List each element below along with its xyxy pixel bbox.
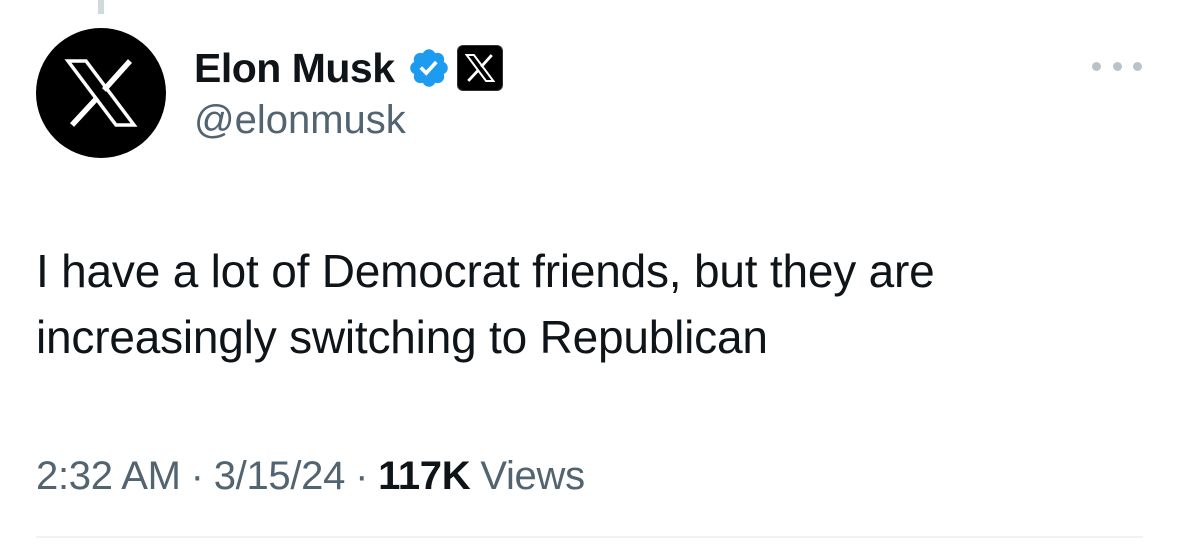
- more-options-icon[interactable]: [1092, 56, 1142, 76]
- views-count[interactable]: 117K: [378, 454, 471, 499]
- tweet-time[interactable]: 2:32 AM: [36, 454, 181, 499]
- tweet-text-line: increasingly switching to Republican: [36, 311, 768, 363]
- thread-connector-line: [98, 0, 104, 14]
- dot: [1112, 61, 1122, 71]
- meta-separator: ·: [190, 453, 204, 498]
- tweet-text-line: I have a lot of Democrat friends, but th…: [36, 245, 935, 297]
- tweet-meta: 2:32 AM · 3/15/24 · 117K Views: [36, 450, 585, 502]
- x-logo-icon: [464, 54, 495, 82]
- dot: [1092, 61, 1101, 71]
- author-handle[interactable]: @elonmusk: [194, 98, 406, 143]
- dot: [1133, 61, 1142, 71]
- x-logo-icon: [64, 59, 138, 127]
- meta-separator: ·: [355, 453, 369, 498]
- divider: [36, 536, 1143, 538]
- views-label[interactable]: Views: [480, 454, 585, 499]
- tweet-text: I have a lot of Democrat friends, but th…: [36, 238, 1146, 370]
- author-name-row: Elon Musk: [194, 40, 503, 96]
- verified-badge-icon[interactable]: [407, 46, 451, 90]
- author-display-name[interactable]: Elon Musk: [194, 45, 395, 92]
- avatar[interactable]: [36, 28, 166, 158]
- x-affiliation-badge[interactable]: [456, 45, 503, 91]
- tweet-date[interactable]: 3/15/24: [214, 454, 346, 499]
